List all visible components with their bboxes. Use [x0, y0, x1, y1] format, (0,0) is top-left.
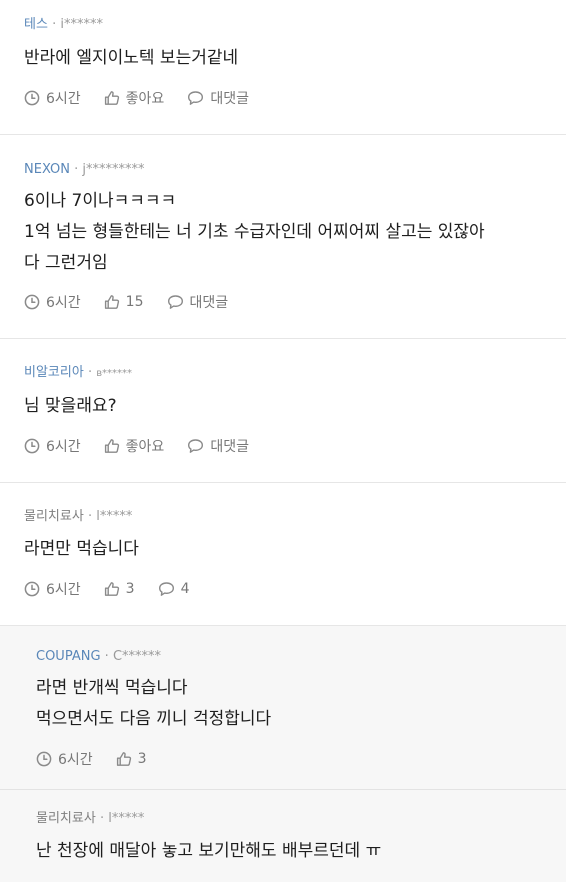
like-count: 3: [125, 581, 135, 597]
comment-user-id: i******: [60, 17, 103, 32]
comment-nickname[interactable]: 물리치료사: [24, 509, 84, 524]
meta-separator: ·: [52, 17, 57, 32]
comment-meta: 물리치료사 · l*****: [24, 509, 132, 525]
comment-item: 물리치료사 · l***** 라면만 먹습니다 6시간 3 4: [0, 483, 566, 626]
comment-line: 라면만 먹습니다: [24, 539, 139, 559]
reply-button[interactable]: 4: [158, 581, 190, 597]
comment-line: 님 맞을래요?: [24, 396, 117, 416]
comment-user-id: j*********: [82, 162, 145, 177]
comment-actions: 6시간 3: [36, 750, 170, 768]
clock-icon: [24, 90, 40, 106]
comment-line: 난 천장에 매달아 놓고 보기만해도 배부르던데 ㅠ: [36, 841, 382, 861]
thumbs-up-icon: [104, 439, 119, 453]
comment-time: 6시간: [24, 88, 81, 108]
comment-item: 테스 · i****** 반라에 엘지이노텍 보는거같네 6시간 좋아요 대댓글: [0, 0, 566, 135]
comment-line: 1억 넘는 형들한테는 너 기초 수급자인데 어찌어찌 살고는 있잖아: [24, 222, 485, 242]
meta-separator: ·: [87, 509, 93, 524]
clock-icon: [24, 294, 40, 310]
comment-body: 님 맞을래요?: [24, 391, 117, 422]
time-label: 6시간: [46, 295, 81, 311]
comment-meta: COUPANG · C******: [36, 649, 161, 665]
comment-time: 6시간: [36, 749, 93, 769]
comment-body: 반라에 엘지이노텍 보는거같네: [24, 43, 238, 74]
meta-separator: ·: [104, 649, 109, 664]
comment-actions: 6시간 3 4: [24, 580, 213, 598]
comment-user-id: l*****: [108, 811, 145, 826]
like-button[interactable]: 3: [104, 581, 135, 597]
clock-icon: [36, 751, 52, 767]
like-button[interactable]: 좋아요: [104, 88, 165, 108]
comment-line: 먹으면서도 다음 끼니 걱정합니다: [36, 709, 272, 729]
thumbs-up-icon: [104, 91, 119, 105]
comment-actions: 6시간 15 대댓글: [24, 293, 251, 311]
reply-label: 대댓글: [210, 439, 249, 455]
comment-line: 반라에 엘지이노텍 보는거같네: [24, 48, 239, 68]
comment-body: 난 천장에 매달아 놓고 보기만해도 배부르던데 ㅠ: [36, 836, 381, 867]
clock-icon: [24, 438, 40, 454]
speech-bubble-icon: [167, 295, 183, 309]
reply-item: 물리치료사 · l***** 난 천장에 매달아 놓고 보기만해도 배부르던데 …: [0, 790, 566, 882]
like-count: 3: [137, 751, 147, 767]
reply-button[interactable]: 대댓글: [187, 88, 249, 108]
like-button[interactable]: 3: [116, 751, 147, 767]
time-label: 6시간: [58, 752, 93, 768]
thumbs-up-icon: [104, 295, 119, 309]
reply-item: COUPANG · C****** 라면 반개씩 먹습니다 먹으면서도 다음 끼…: [0, 626, 566, 790]
like-button[interactable]: 좋아요: [104, 436, 165, 456]
comment-actions: 6시간 좋아요 대댓글: [24, 437, 272, 455]
comment-item: NEXON · j********* 6이나 7이나ㅋㅋㅋㅋ 1억 넘는 형들한…: [0, 135, 566, 339]
reply-button[interactable]: 대댓글: [187, 436, 249, 456]
thumbs-up-icon: [104, 582, 119, 596]
comment-nickname[interactable]: 테스: [24, 17, 48, 32]
comment-line: 다 그런거임: [24, 253, 108, 273]
reply-count: 4: [180, 581, 190, 597]
meta-separator: ·: [99, 811, 105, 826]
comment-line: 6이나 7이나ㅋㅋㅋㅋ: [24, 191, 177, 211]
meta-separator: ·: [87, 365, 93, 380]
like-count: 15: [125, 294, 144, 310]
like-label: 좋아요: [125, 91, 165, 107]
comment-nickname[interactable]: NEXON: [24, 162, 70, 177]
comment-time: 6시간: [24, 579, 81, 599]
comment-meta: 비알코리아 · ʙ******: [24, 365, 132, 382]
comment-nickname[interactable]: 비알코리아: [24, 365, 84, 380]
comment-nickname[interactable]: 물리치료사: [36, 811, 96, 826]
comment-body: 라면만 먹습니다: [24, 534, 139, 565]
comment-meta: 물리치료사 · l*****: [36, 811, 144, 827]
comment-time: 6시간: [24, 292, 81, 312]
clock-icon: [24, 581, 40, 597]
comment-meta: 테스 · i******: [24, 17, 103, 33]
comment-user-id: C******: [112, 649, 162, 664]
reply-label: 대댓글: [210, 91, 249, 107]
reply-label: 대댓글: [189, 295, 229, 311]
like-button[interactable]: 15: [104, 294, 144, 310]
time-label: 6시간: [46, 439, 81, 455]
reply-button[interactable]: 대댓글: [167, 292, 229, 312]
comment-line: 라면 반개씩 먹습니다: [36, 678, 188, 698]
comment-nickname[interactable]: COUPANG: [36, 649, 101, 664]
like-label: 좋아요: [125, 439, 165, 455]
comment-user-id: l*****: [96, 509, 133, 524]
speech-bubble-icon: [188, 439, 204, 453]
comment-body: 라면 반개씩 먹습니다 먹으면서도 다음 끼니 걱정합니다: [36, 673, 271, 735]
meta-separator: ·: [74, 162, 79, 177]
comment-item: 비알코리아 · ʙ****** 님 맞을래요? 6시간 좋아요 대댓글: [0, 339, 566, 483]
comment-body: 6이나 7이나ㅋㅋㅋㅋ 1억 넘는 형들한테는 너 기초 수급자인데 어찌어찌 …: [24, 186, 485, 279]
time-label: 6시간: [46, 582, 81, 598]
comment-time: 6시간: [24, 436, 81, 456]
time-label: 6시간: [46, 91, 81, 107]
thumbs-up-icon: [116, 752, 131, 766]
comment-actions: 6시간 좋아요 대댓글: [24, 89, 272, 107]
comment-user-id: ʙ******: [96, 368, 133, 379]
speech-bubble-icon: [188, 91, 204, 105]
speech-bubble-icon: [158, 582, 174, 596]
comment-meta: NEXON · j*********: [24, 162, 145, 178]
